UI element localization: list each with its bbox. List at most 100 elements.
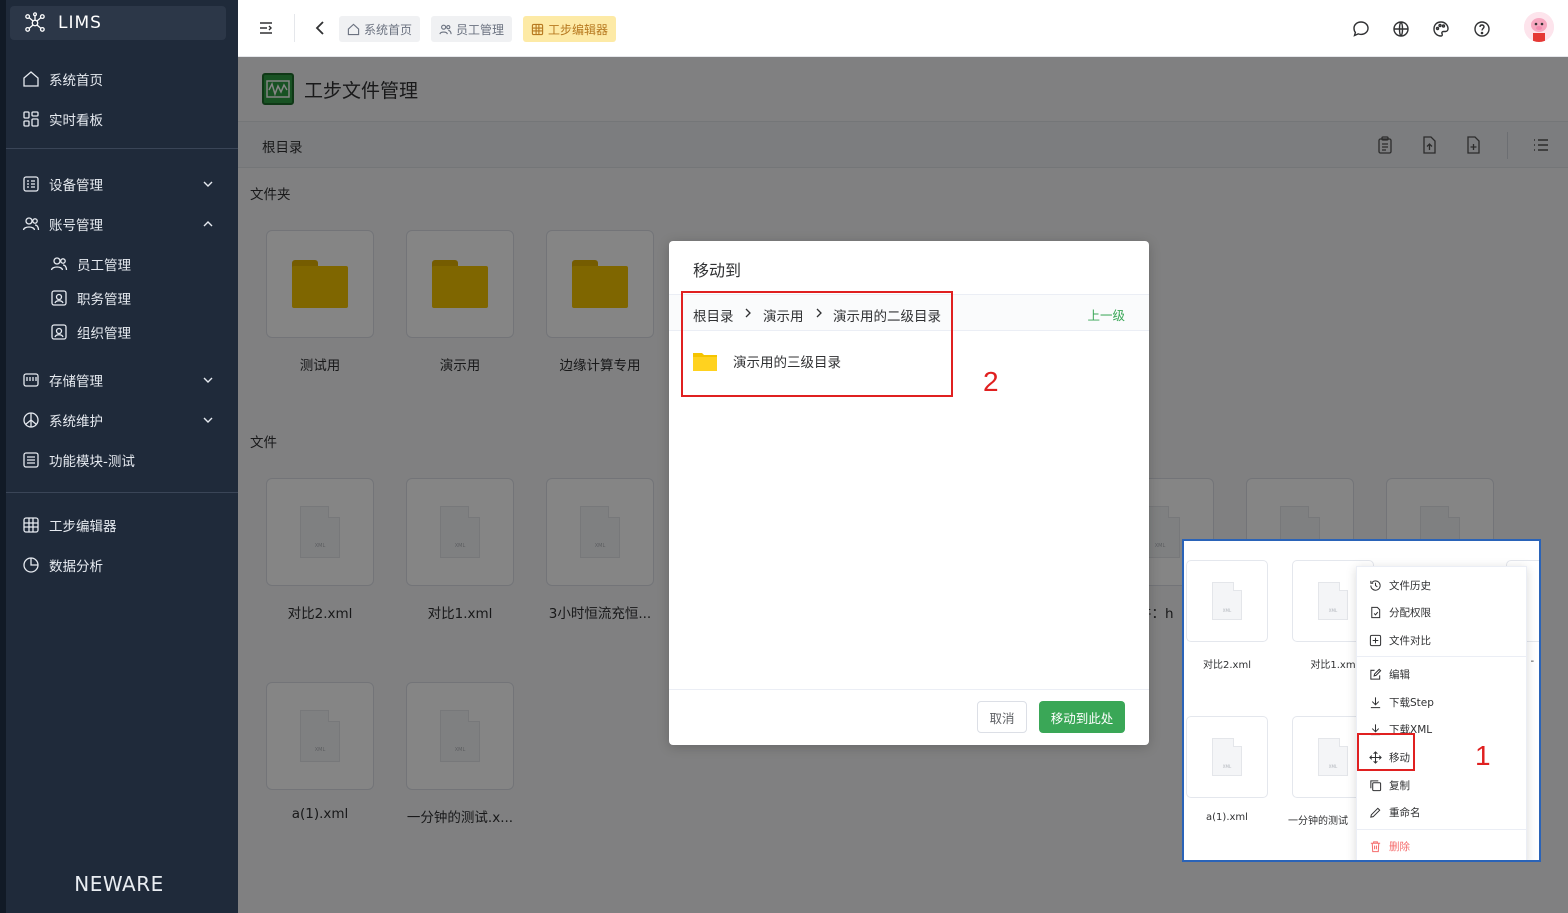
sidebar-item-devices[interactable]: 设备管理 bbox=[22, 172, 214, 196]
menu-item-file-history[interactable]: 文件历史 bbox=[1369, 575, 1431, 595]
back-button[interactable] bbox=[310, 18, 330, 38]
menu-item-delete[interactable]: 删除 bbox=[1369, 836, 1410, 856]
sidebar-item-label: 功能模块-测试 bbox=[49, 454, 135, 470]
annotation-number-2: 2 bbox=[983, 366, 999, 397]
xml-file-icon: XML bbox=[1212, 738, 1242, 776]
xml-file-icon: XML bbox=[1212, 582, 1242, 620]
sidebar-item-organization[interactable]: 组织管理 bbox=[50, 320, 214, 344]
sidebar-divider bbox=[6, 492, 238, 493]
sidebar-item-label: 工步编辑器 bbox=[49, 519, 117, 535]
permission-icon bbox=[1371, 606, 1381, 618]
tab-home[interactable]: 系统首页 bbox=[339, 16, 421, 42]
inset-file-name: a(1).xml bbox=[1206, 812, 1248, 823]
menu-item-rename[interactable]: 重命名 bbox=[1369, 802, 1421, 822]
home-icon bbox=[347, 23, 360, 35]
help-button[interactable] bbox=[1472, 19, 1492, 39]
menu-item-compare[interactable]: 文件对比 bbox=[1369, 630, 1431, 650]
users-icon bbox=[22, 217, 40, 231]
app-logo[interactable]: LIMS bbox=[10, 6, 226, 40]
delete-icon bbox=[1370, 840, 1381, 852]
menu-fold-icon bbox=[260, 22, 272, 34]
grid-icon bbox=[23, 517, 39, 533]
theme-button[interactable] bbox=[1431, 19, 1451, 39]
annotation-box-2 bbox=[681, 291, 953, 397]
collapse-sidebar-button[interactable] bbox=[256, 18, 276, 38]
menu-item-edit[interactable]: 编辑 bbox=[1369, 664, 1410, 684]
question-icon bbox=[1474, 21, 1490, 37]
tab-employees[interactable]: 员工管理 bbox=[431, 16, 513, 42]
xml-file-icon: XML bbox=[1318, 738, 1348, 776]
network-logo-icon bbox=[25, 12, 45, 32]
annotation-number-1: 1 bbox=[1475, 740, 1491, 771]
pie-chart-icon bbox=[23, 557, 39, 573]
sidebar-item-label: 系统首页 bbox=[49, 73, 103, 89]
sidebar-item-label: 职务管理 bbox=[77, 292, 131, 308]
storage-icon bbox=[23, 373, 39, 387]
go-up-link[interactable]: 上一级 bbox=[1087, 305, 1125, 324]
sidebar-item-label: 设备管理 bbox=[49, 178, 103, 194]
copy-icon bbox=[1370, 779, 1382, 791]
sidebar: LIMS 系统首页 实时看板 设备管理 账号管理 员工管理 职务管理 组织管理 … bbox=[0, 0, 238, 913]
inset-file-card: XML bbox=[1186, 560, 1268, 642]
tab-label: 系统首页 bbox=[364, 22, 413, 37]
messages-button[interactable] bbox=[1351, 19, 1371, 39]
id-card-icon bbox=[51, 324, 67, 340]
inset-file-name: 一分钟的测试 bbox=[1288, 816, 1348, 827]
tab-label: 员工管理 bbox=[456, 22, 505, 37]
sidebar-item-label: 组织管理 bbox=[77, 326, 131, 342]
module-icon bbox=[23, 452, 39, 468]
id-card-icon bbox=[51, 290, 67, 306]
edit-icon bbox=[1370, 668, 1382, 680]
move-here-button[interactable]: 移动到此处 bbox=[1039, 701, 1125, 733]
sidebar-item-home[interactable]: 系统首页 bbox=[22, 67, 214, 91]
sidebar-divider bbox=[6, 148, 238, 149]
sidebar-item-dashboard[interactable]: 实时看板 bbox=[22, 107, 214, 131]
dashboard-icon bbox=[23, 111, 39, 127]
sidebar-item-label: 账号管理 bbox=[49, 218, 103, 234]
tab-label: 工步编辑器 bbox=[548, 22, 609, 37]
chevron-left-icon bbox=[315, 21, 324, 35]
menu-divider bbox=[1357, 656, 1526, 657]
menu-item-download-step[interactable]: 下载Step bbox=[1369, 692, 1434, 712]
maintenance-icon bbox=[23, 412, 39, 428]
inset-file-card: XML bbox=[1186, 716, 1268, 798]
sidebar-item-module-test[interactable]: 功能模块-测试 bbox=[22, 448, 214, 472]
dialog-footer-divider bbox=[669, 689, 1149, 690]
sidebar-item-label: 员工管理 bbox=[77, 258, 131, 274]
download-icon bbox=[1370, 696, 1381, 708]
chat-icon bbox=[1353, 21, 1369, 37]
inset-context-menu-screenshot: XML 对比2.xml XML 对比1.xm 1 - XML a(1).xml … bbox=[1182, 539, 1541, 862]
tab-step-editor[interactable]: 工步编辑器 bbox=[523, 16, 617, 42]
sidebar-item-data-analysis[interactable]: 数据分析 bbox=[22, 553, 214, 577]
chevron-down-icon bbox=[203, 417, 213, 423]
sidebar-item-label: 数据分析 bbox=[49, 559, 103, 575]
sidebar-item-storage[interactable]: 存储管理 bbox=[22, 368, 214, 392]
sidebar-item-label: 实时看板 bbox=[49, 113, 103, 129]
top-header: 系统首页 员工管理 工步编辑器 bbox=[238, 0, 1568, 57]
users-icon bbox=[439, 24, 452, 34]
menu-item-copy[interactable]: 复制 bbox=[1369, 775, 1410, 795]
brand-text: NEWARE bbox=[74, 872, 164, 896]
sidebar-item-step-editor[interactable]: 工步编辑器 bbox=[22, 513, 214, 537]
inset-file-name: 对比2.xml bbox=[1203, 660, 1251, 671]
compare-icon bbox=[1369, 634, 1382, 646]
user-avatar[interactable] bbox=[1524, 12, 1554, 42]
dialog-title: 移动到 bbox=[693, 261, 742, 280]
sidebar-item-maintenance[interactable]: 系统维护 bbox=[22, 408, 214, 432]
file-context-menu: 文件历史 分配权限 文件对比 编辑 下载Step 下载XML 移动 复制 重命名… bbox=[1356, 566, 1527, 860]
menu-item-permissions[interactable]: 分配权限 bbox=[1369, 602, 1431, 622]
language-button[interactable] bbox=[1391, 19, 1411, 39]
header-divider bbox=[294, 14, 295, 42]
cancel-button[interactable]: 取消 bbox=[977, 701, 1027, 733]
sidebar-item-accounts[interactable]: 账号管理 bbox=[22, 212, 214, 236]
sidebar-item-label: 存储管理 bbox=[49, 374, 103, 390]
rename-icon bbox=[1370, 807, 1381, 818]
history-icon bbox=[1370, 579, 1381, 591]
sidebar-item-employees[interactable]: 员工管理 bbox=[50, 252, 214, 276]
chevron-down-icon bbox=[203, 377, 213, 383]
chevron-down-icon bbox=[203, 181, 213, 187]
sidebar-item-positions[interactable]: 职务管理 bbox=[50, 286, 214, 310]
avatar-image-icon bbox=[1524, 12, 1554, 42]
device-icon bbox=[23, 176, 39, 192]
annotation-box-1 bbox=[1357, 733, 1415, 771]
